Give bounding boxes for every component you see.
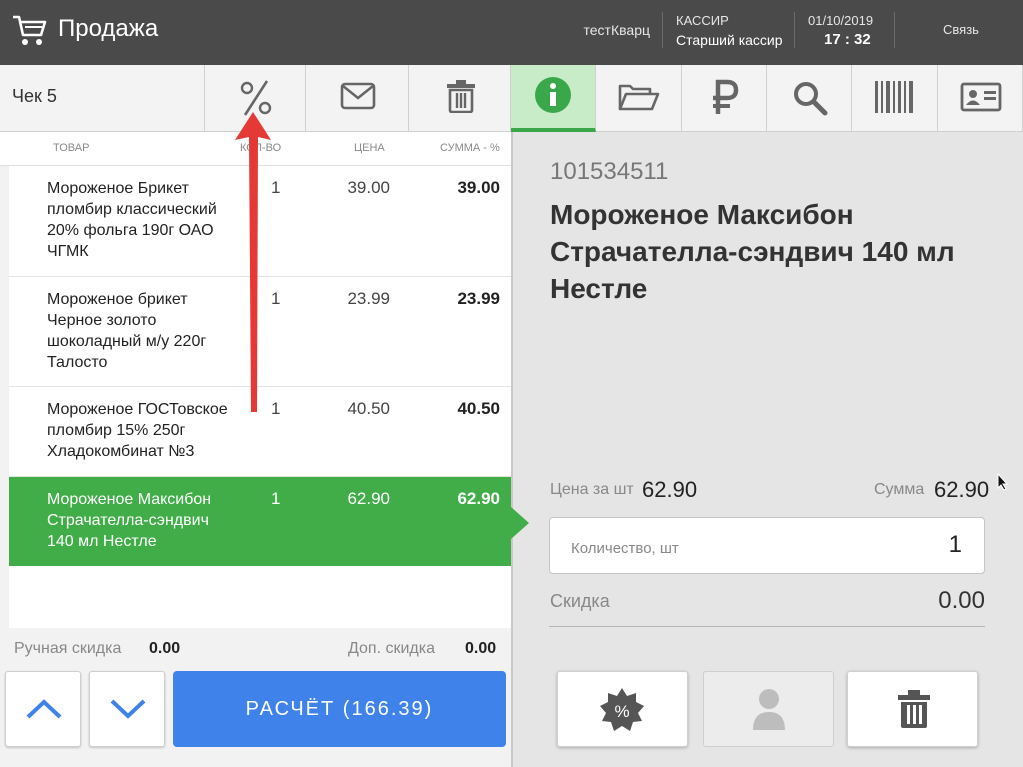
sum-label: Сумма <box>874 481 925 498</box>
divider <box>662 12 663 48</box>
barcode-icon <box>875 81 913 113</box>
annotation-arrow-icon <box>235 112 271 412</box>
unit-price-value: 62.90 <box>642 477 698 502</box>
extra-discount-label: Доп. скидка <box>348 640 435 657</box>
scroll-up-button[interactable] <box>5 671 81 747</box>
row-qty: 1 <box>271 489 281 508</box>
mouse-cursor-icon <box>997 473 1009 491</box>
chevron-down-icon <box>110 699 146 719</box>
scroll-down-button[interactable] <box>89 671 165 747</box>
pay-button[interactable]: РАСЧЁТ (166.39) <box>173 671 506 747</box>
divider <box>549 626 985 627</box>
scroll-strip <box>0 166 9 628</box>
tab-price[interactable] <box>682 65 767 132</box>
row-product-name: Мороженое Максибон Страчателла-сэндвич 1… <box>47 491 212 550</box>
row-price: 62.90 <box>347 489 390 508</box>
row-product-name: Мороженое ГОСТовское пломбир 15% 250г Хл… <box>47 401 228 460</box>
discount-value: 0.00 <box>938 587 985 614</box>
divider <box>794 12 795 48</box>
trash-icon <box>898 690 930 728</box>
row-sum: 40.50 <box>457 399 500 418</box>
column-header-price: ЦЕНА <box>354 142 385 154</box>
svg-text:%: % <box>614 702 629 721</box>
user-name: тестКварц <box>583 22 650 38</box>
row-sum: 39.00 <box>457 178 500 197</box>
chevron-up-icon <box>26 699 62 719</box>
connection-button[interactable]: Связь <box>943 22 979 37</box>
discount-label: Скидка <box>550 591 610 611</box>
role-name: Старший кассир <box>676 32 783 48</box>
send-receipt-button[interactable] <box>306 65 409 132</box>
ruble-icon <box>713 79 739 114</box>
date-text: 01/10/2019 <box>808 13 874 28</box>
row-product-name: Мороженое брикет Черное золото шоколадны… <box>47 291 207 371</box>
selection-pointer <box>511 507 529 539</box>
discount-badge-icon: % <box>600 688 644 731</box>
tab-catalog[interactable] <box>596 65 682 132</box>
tab-customer-card[interactable] <box>938 65 1023 132</box>
trash-icon <box>447 80 475 113</box>
quantity-value[interactable]: 1 <box>900 531 962 559</box>
person-icon <box>753 689 785 730</box>
table-row-selected[interactable]: Мороженое Максибон Страчателла-сэндвич 1… <box>9 477 511 566</box>
envelope-icon <box>340 82 376 110</box>
manual-discount-value: 0.00 <box>149 640 181 657</box>
product-code: 101534511 <box>550 158 669 185</box>
row-sum: 62.90 <box>457 489 500 508</box>
delete-receipt-button[interactable] <box>409 65 511 132</box>
cart-icon <box>13 15 47 45</box>
divider <box>894 12 895 48</box>
row-price: 23.99 <box>347 289 390 308</box>
receipt-label: Чек 5 <box>12 86 57 106</box>
column-header-sum: СУММА - % <box>440 142 500 154</box>
tab-search[interactable] <box>767 65 852 132</box>
search-icon <box>794 82 828 116</box>
delete-item-button[interactable] <box>847 671 978 747</box>
id-card-icon <box>960 82 1002 112</box>
row-price: 40.50 <box>347 399 390 418</box>
time-text: 17 : 32 <box>824 31 871 48</box>
extra-discount-value: 0.00 <box>465 640 497 657</box>
sum-value: 62.90 <box>934 477 990 502</box>
item-discount-button[interactable]: % <box>557 671 688 747</box>
assign-seller-button[interactable] <box>703 671 834 747</box>
tab-info[interactable] <box>511 65 596 132</box>
info-icon <box>535 77 571 113</box>
manual-discount-label: Ручная скидка <box>14 640 122 657</box>
role-label: КАССИР <box>676 13 729 28</box>
row-sum: 23.99 <box>457 289 500 308</box>
row-price: 39.00 <box>347 178 390 197</box>
product-name: Мороженое Максибон Страчателла-сэндвич 1… <box>550 199 955 304</box>
row-product-name: Мороженое Брикет пломбир классический 20… <box>47 180 217 260</box>
unit-price-label: Цена за шт <box>550 481 634 498</box>
tab-barcode[interactable] <box>852 65 938 132</box>
column-header-product: ТОВАР <box>53 142 90 154</box>
top-bar: Продажа тестКварц КАССИР Старший кассир … <box>0 0 1023 65</box>
page-title: Продажа <box>58 15 159 42</box>
folder-open-icon <box>618 84 660 111</box>
quantity-label: Количество, шт <box>571 540 679 557</box>
